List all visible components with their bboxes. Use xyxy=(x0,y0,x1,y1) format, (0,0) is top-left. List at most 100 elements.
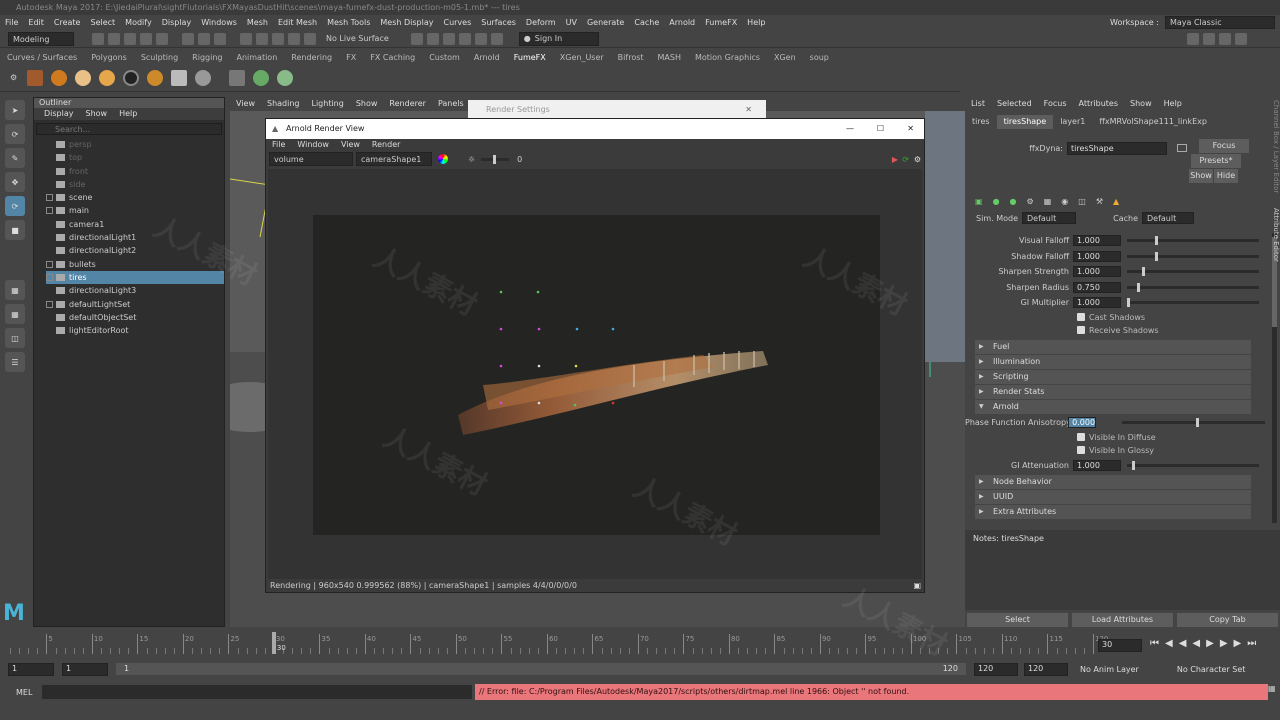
refresh-render-icon[interactable]: ⟳ xyxy=(902,155,909,164)
outliner-item[interactable]: directionalLight2 xyxy=(46,244,224,257)
attribute-value-field[interactable]: 0.000 xyxy=(1068,416,1097,428)
outliner-search-input[interactable]: Search... xyxy=(36,123,222,135)
attr-menu-show[interactable]: Show xyxy=(1124,97,1158,111)
snap-surface-icon[interactable] xyxy=(288,32,300,45)
expand-icon[interactable] xyxy=(46,194,53,202)
menu-display[interactable]: Display xyxy=(157,15,197,30)
time-slider[interactable]: 5 10 15 20 25 30 35 40 45 50 55 60 65 70 75 80 85 90 95 100… xyxy=(0,632,1280,656)
mel-label[interactable]: MEL xyxy=(16,688,32,697)
outliner-item[interactable]: main xyxy=(46,204,224,217)
live-surface-label[interactable]: No Live Surface xyxy=(326,34,389,43)
menu-file[interactable]: File xyxy=(0,15,23,30)
pause-render-icon[interactable] xyxy=(490,32,503,45)
render-view-menu-window[interactable]: Window xyxy=(291,139,335,151)
outliner-item[interactable]: scene xyxy=(46,191,224,204)
menu-uv[interactable]: UV xyxy=(561,15,582,30)
slider-knob[interactable] xyxy=(1195,417,1199,427)
command-input[interactable] xyxy=(42,685,473,699)
snap-point-icon[interactable] xyxy=(272,32,284,45)
render-view-menu-view[interactable]: View xyxy=(335,139,366,151)
fumefx-wavelet-icon[interactable] xyxy=(277,69,294,86)
viewport-menu-renderer[interactable]: Renderer xyxy=(383,97,432,111)
shelf-tab-fx[interactable]: FX xyxy=(339,52,363,64)
menu-cache[interactable]: Cache xyxy=(629,15,664,30)
maximize-icon[interactable]: ☐ xyxy=(877,119,884,139)
slider-knob[interactable] xyxy=(1142,267,1146,277)
go-to-end-icon[interactable]: ⏭ xyxy=(1247,638,1256,649)
checkbox-row[interactable]: Visible In Glossy xyxy=(965,444,1265,457)
current-time-marker[interactable] xyxy=(271,632,276,654)
select-component-icon[interactable] xyxy=(214,32,226,45)
camera-selector[interactable]: cameraShape1 xyxy=(356,152,432,166)
collapsible-section[interactable]: Extra Attributes xyxy=(975,504,1251,519)
menu-generate[interactable]: Generate xyxy=(582,15,629,30)
checkbox-checked-icon[interactable] xyxy=(1077,313,1085,321)
expand-icon[interactable] xyxy=(46,273,53,281)
menu-edit-mesh[interactable]: Edit Mesh xyxy=(273,15,322,30)
go-to-start-icon[interactable]: ⏮ xyxy=(1150,638,1159,649)
viewport-menu-view[interactable]: View xyxy=(230,97,261,111)
viewport-menu-show[interactable]: Show xyxy=(350,97,384,111)
expand-icon[interactable] xyxy=(46,207,53,215)
fumefx-wind-icon[interactable] xyxy=(195,69,212,86)
open-scene-icon[interactable] xyxy=(108,32,120,45)
select-object-icon[interactable] xyxy=(198,32,210,45)
render-settings-icon[interactable] xyxy=(442,32,455,45)
playback-end-field[interactable]: 120 xyxy=(974,662,1018,676)
shelf-tab-rigging[interactable]: Rigging xyxy=(185,52,229,64)
lasso-tool-icon[interactable]: ⟳ xyxy=(5,124,25,144)
sign-in-button[interactable]: ● Sign In xyxy=(518,31,599,46)
time-ruler[interactable]: 5 10 15 20 25 30 35 40 45 50 55 60 65 70 75 80 85 90 95 100… xyxy=(10,632,1108,656)
checkbox-row[interactable]: Receive Shadows xyxy=(965,324,1265,337)
render-settings-close-icon[interactable]: ✕ xyxy=(745,100,752,120)
slider-knob[interactable] xyxy=(1127,298,1130,308)
shelf-tab-custom[interactable]: Custom xyxy=(422,52,467,64)
attribute-slider[interactable] xyxy=(1127,460,1259,470)
menu-mesh-display[interactable]: Mesh Display xyxy=(375,15,438,30)
close-icon[interactable]: ✕ xyxy=(907,119,914,139)
outliner-menu-display[interactable]: Display xyxy=(38,108,80,120)
snapshot-icon[interactable]: ▣ xyxy=(913,579,921,592)
outliner-item[interactable]: directionalLight1 xyxy=(46,231,224,244)
menu-arnold[interactable]: Arnold xyxy=(664,15,700,30)
cache-combo[interactable]: Default xyxy=(1142,212,1194,224)
outliner-item[interactable]: persp xyxy=(46,138,224,151)
end-time-field[interactable]: 120 xyxy=(1024,662,1068,676)
fumefx-gravity-icon[interactable] xyxy=(171,69,188,86)
menu-edit[interactable]: Edit xyxy=(23,15,49,30)
shelf-tab-fumefx[interactable]: FumeFX xyxy=(507,52,553,64)
toggle-tool-settings-icon[interactable] xyxy=(1219,32,1231,45)
sim-fire-icon[interactable]: ▲ xyxy=(1113,197,1119,206)
viewport-menu-lighting[interactable]: Lighting xyxy=(305,97,349,111)
collapsible-section[interactable]: Illumination xyxy=(975,354,1251,369)
start-time-field[interactable]: 1 xyxy=(8,662,54,676)
snap-grid-icon[interactable] xyxy=(240,32,252,45)
attribute-slider[interactable] xyxy=(1127,298,1259,308)
sim-settings-icon[interactable]: ⚙ xyxy=(1027,197,1034,206)
toggle-attr-editor-icon[interactable] xyxy=(1203,32,1215,45)
rotate-tool-icon[interactable]: ⟳ xyxy=(5,196,25,216)
attr-menu-focus[interactable]: Focus xyxy=(1038,97,1073,111)
fumefx-container-icon[interactable] xyxy=(123,69,140,86)
hypershade-icon[interactable] xyxy=(458,32,471,45)
current-frame-field[interactable]: 30 xyxy=(1098,639,1142,652)
fumefx-vortex-icon[interactable] xyxy=(229,69,246,86)
checkbox-checked-icon[interactable] xyxy=(1077,446,1085,454)
step-back-key-icon[interactable]: ◀ xyxy=(1165,638,1173,649)
attribute-value-field[interactable]: 1.000 xyxy=(1073,266,1121,278)
step-forward-icon[interactable]: ▶ xyxy=(1220,638,1228,649)
render-current-frame-icon[interactable] xyxy=(410,32,423,45)
copy-tab-button[interactable]: Copy Tab xyxy=(1177,612,1278,627)
outliner-item[interactable]: side xyxy=(46,178,224,191)
shelf-tab-arnold[interactable]: Arnold xyxy=(467,52,507,64)
shelf-tab-xgen[interactable]: XGen xyxy=(767,52,803,64)
range-slider[interactable]: 1 120 xyxy=(116,663,966,675)
fumefx-simple-source-icon[interactable] xyxy=(51,69,68,86)
outliner-item[interactable]: top xyxy=(46,151,224,164)
minimize-icon[interactable]: — xyxy=(846,119,854,139)
shelf-tab-curves-surfaces[interactable]: Curves / Surfaces xyxy=(0,52,84,64)
fumefx-particle-icon[interactable] xyxy=(253,69,270,86)
render-play-icon[interactable]: ▶ xyxy=(892,155,898,164)
slider-knob[interactable] xyxy=(1155,236,1159,246)
mode-selector[interactable]: Modeling xyxy=(8,31,74,46)
